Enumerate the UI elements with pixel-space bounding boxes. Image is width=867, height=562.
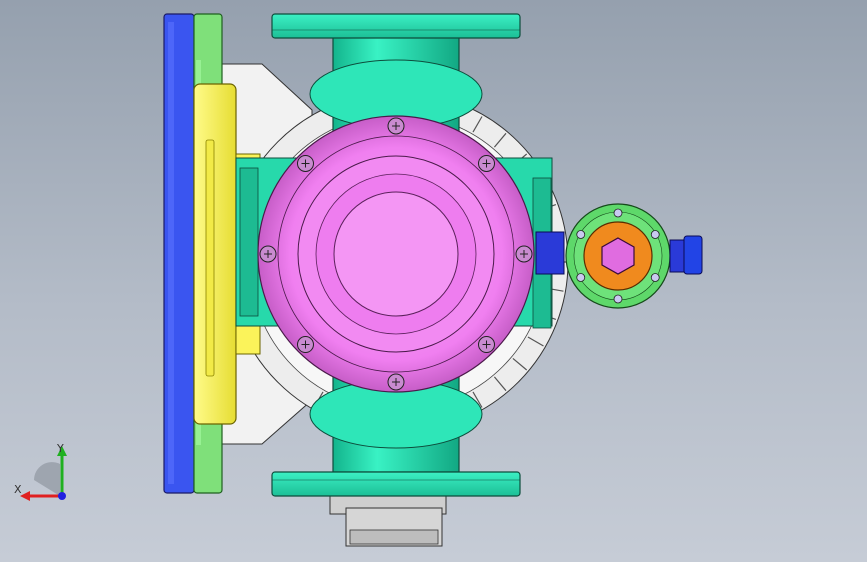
- x-axis-label: X: [14, 483, 22, 496]
- port-hole: [650, 230, 660, 239]
- port-hole: [576, 273, 586, 282]
- top-flange[interactable]: [271, 13, 521, 39]
- port-hole: [650, 273, 660, 282]
- triad-plane: [34, 462, 60, 496]
- blue-plate-highlight: [168, 22, 174, 484]
- y-axis-label: Y: [56, 442, 64, 455]
- port-hole: [613, 208, 623, 218]
- port-hole: [613, 294, 623, 304]
- graphics-viewport[interactable]: Y X: [0, 0, 867, 562]
- cad-model[interactable]: [0, 0, 867, 562]
- pink-cover[interactable]: [257, 115, 535, 393]
- blue-stub[interactable]: [683, 235, 703, 275]
- port-hole: [576, 230, 586, 239]
- bottom-motor-block[interactable]: [329, 491, 447, 547]
- coordinate-triad[interactable]: Y X: [12, 440, 82, 510]
- bottom-flange[interactable]: [271, 471, 521, 497]
- z-axis-dot: [58, 492, 66, 500]
